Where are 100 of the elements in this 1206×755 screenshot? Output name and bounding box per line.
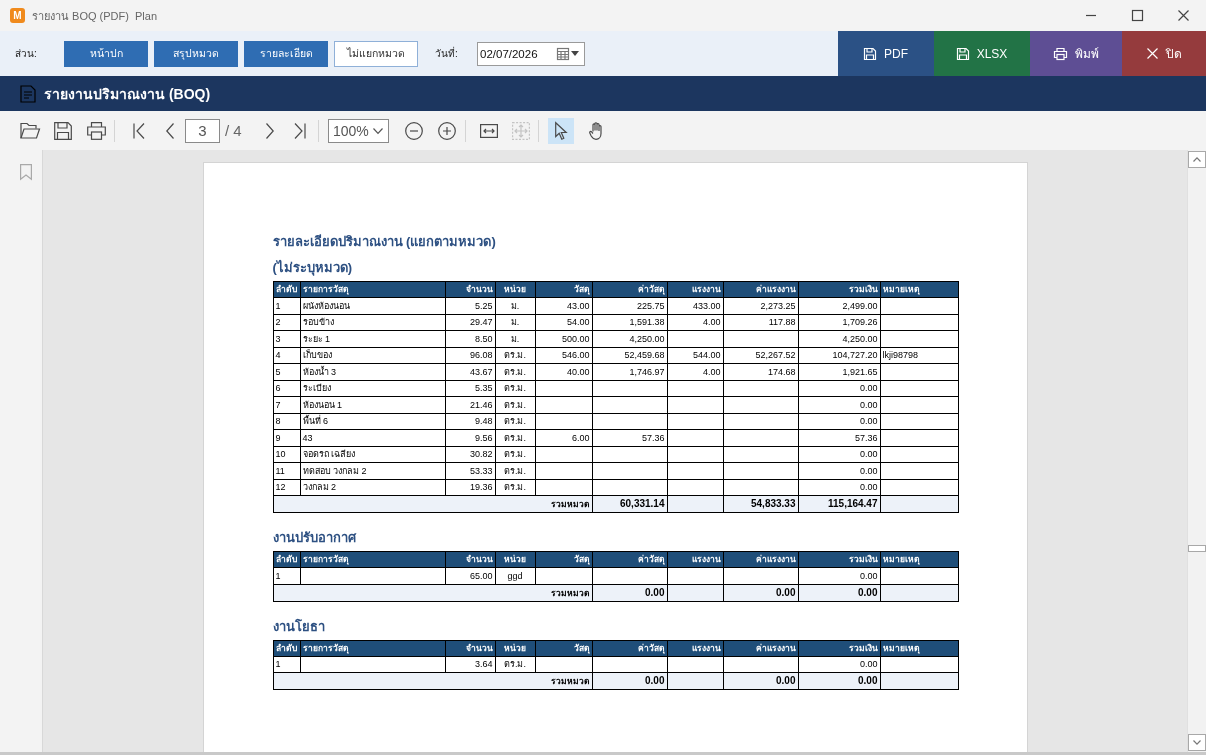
- folder-icon: [20, 122, 40, 139]
- table-cell: 3.64: [445, 656, 495, 673]
- table-cell: 1,591.38: [592, 314, 667, 331]
- column-header: จำนวน: [445, 640, 495, 656]
- printer-icon: [86, 121, 106, 140]
- table-cell: 546.00: [535, 347, 592, 364]
- table-cell: ตร.ม.: [495, 446, 535, 463]
- printer-icon: [1053, 47, 1067, 60]
- table-cell: 96.08: [445, 347, 495, 364]
- chevron-right-icon: [266, 122, 274, 139]
- table-cell: 5: [273, 363, 300, 380]
- table-cell: 2: [273, 314, 300, 331]
- table-cell: ห้องน้ำ 3: [300, 363, 445, 380]
- table-cell: [535, 462, 592, 479]
- table-cell: 9.48: [445, 413, 495, 430]
- close-button[interactable]: ปิด: [1122, 31, 1206, 76]
- print-button[interactable]: พิมพ์: [1030, 31, 1122, 76]
- category-heading: (ไม่ระบุหมวด): [272, 259, 354, 277]
- column-header: หน่วย: [495, 551, 535, 568]
- document-icon: [21, 85, 35, 102]
- column-header: แรงงาน: [667, 551, 723, 568]
- table-cell: ตร.ม.: [495, 479, 535, 496]
- table-cell: 0.00: [798, 446, 880, 463]
- section-label: ส่วน:: [15, 47, 38, 61]
- table-cell: 3: [273, 330, 300, 347]
- hand-icon: [589, 121, 605, 140]
- column-header: ลำดับ: [273, 640, 300, 656]
- table-cell: ตร.ม.: [495, 429, 535, 446]
- column-header: ค่าแรงงาน: [723, 640, 798, 656]
- table-cell: [667, 462, 723, 479]
- table-cell: 9: [273, 429, 300, 446]
- table-cell: ม.: [495, 330, 535, 347]
- table-cell: 0.00: [798, 479, 880, 496]
- first-page-icon: [133, 122, 145, 139]
- page-count: / 4: [225, 122, 243, 139]
- table-cell: 5.25: [445, 297, 495, 314]
- xlsx-button[interactable]: XLSX: [934, 31, 1030, 76]
- close-icon: [1177, 10, 1189, 21]
- table-cell: ตร.ม.: [495, 462, 535, 479]
- table-cell: 43: [300, 429, 445, 446]
- table-cell: [667, 567, 723, 584]
- page-number-field[interactable]: 3: [185, 118, 220, 143]
- table-cell: [535, 567, 592, 584]
- table-cell: [667, 429, 723, 446]
- close-icon: [1146, 48, 1158, 59]
- report-title: รายงานปริมาณงาน (BOQ): [44, 84, 211, 104]
- vertical-scrollbar[interactable]: [1187, 150, 1206, 752]
- table-cell: 1: [273, 297, 300, 314]
- scroll-up-button[interactable]: [1188, 151, 1206, 168]
- column-header: แรงงาน: [667, 640, 723, 656]
- column-header: ค่าวัสดุ: [592, 551, 667, 568]
- table-cell: 57.36: [592, 429, 667, 446]
- table-cell: 4.00: [667, 363, 723, 380]
- table-cell: 117.88: [723, 314, 798, 331]
- table-cell: 10: [273, 446, 300, 463]
- floppy-disk-icon: [956, 47, 969, 60]
- pdf-button[interactable]: PDF: [838, 31, 934, 76]
- table-cell: [667, 396, 723, 413]
- table-cell: 433.00: [667, 297, 723, 314]
- table-cell: [535, 656, 592, 673]
- column-header: รายการวัสดุ: [300, 281, 445, 298]
- bookmark-icon: [20, 164, 32, 180]
- table-cell: [535, 479, 592, 496]
- table-cell: 52,267.52: [723, 347, 798, 364]
- zoom-select[interactable]: 100%: [328, 118, 389, 143]
- table-cell: 6.00: [535, 429, 592, 446]
- minimize-icon: [1086, 15, 1096, 16]
- table-cell: ตร.ม.: [495, 380, 535, 397]
- table-cell: ระยะ 1: [300, 330, 445, 347]
- table-cell: ตร.ม.: [495, 396, 535, 413]
- table-cell: 9.56: [445, 429, 495, 446]
- table-cell: 0.00: [798, 462, 880, 479]
- fit-width-icon: [480, 123, 498, 138]
- table-cell: 53.33: [445, 462, 495, 479]
- table-cell: 1,709.26: [798, 314, 880, 331]
- section-toggle-button[interactable]: รายละเอียด: [244, 40, 328, 67]
- table-cell: 30.82: [445, 446, 495, 463]
- table-cell: 0.00: [798, 396, 880, 413]
- last-page-icon: [294, 122, 306, 139]
- section-toggle-button[interactable]: ไม่แยกหมวด: [334, 40, 418, 67]
- maximize-icon: [1131, 10, 1143, 21]
- table-cell: 0.00: [798, 656, 880, 673]
- date-field[interactable]: 02/07/2026: [477, 41, 585, 66]
- section-toggle-button[interactable]: สรุปหมวด: [154, 40, 238, 67]
- table-cell: ตร.ม.: [495, 347, 535, 364]
- table-cell: 6: [273, 380, 300, 397]
- chevron-down-icon: [373, 127, 383, 134]
- window-title: รายงาน BOQ (PDF) Plan: [32, 8, 158, 24]
- section-toggle-button[interactable]: หน้าปก: [64, 40, 148, 67]
- table-cell: ggd: [495, 567, 535, 584]
- column-header: วัสดุ: [535, 551, 592, 568]
- scroll-down-button[interactable]: [1188, 734, 1206, 751]
- table-cell: 544.00: [667, 347, 723, 364]
- table-cell: 0.00: [798, 380, 880, 397]
- table-cell: 8.50: [445, 330, 495, 347]
- column-header: รวมเงิน: [798, 640, 880, 656]
- calendar-icon: [557, 47, 569, 60]
- scrollbar-thumb[interactable]: [1188, 545, 1206, 552]
- column-header: วัสดุ: [535, 281, 592, 298]
- select-tool-button[interactable]: [548, 117, 574, 144]
